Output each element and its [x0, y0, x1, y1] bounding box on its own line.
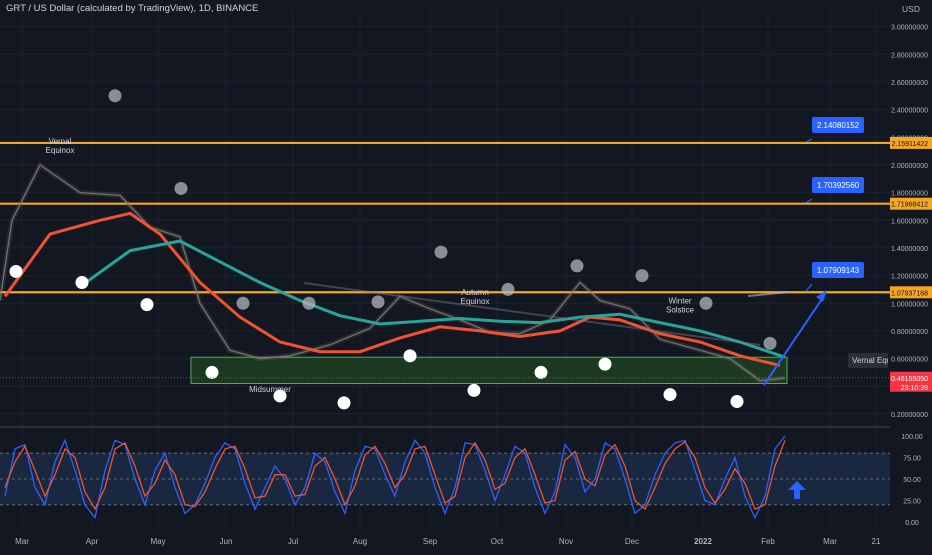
- support-zone: [190, 356, 788, 385]
- time-tick-label: 21: [872, 537, 881, 546]
- full-moon-marker: [598, 357, 612, 371]
- price-tick-label: 2.60000000: [891, 80, 928, 87]
- oscillator-tick-label: 75.00: [903, 456, 921, 463]
- time-tick-label: Jun: [220, 537, 233, 546]
- full-moon-marker: [75, 276, 89, 290]
- level-price-label: 2.15911422: [892, 141, 929, 148]
- price-tick-label: 1.80000000: [891, 191, 928, 198]
- time-axis-bg: [0, 531, 932, 550]
- price-tick-label: 0.80000000: [891, 329, 928, 336]
- callout-value: 2.14080152: [817, 121, 860, 130]
- stochastic-panel: [0, 435, 890, 520]
- callout-pointer: [805, 283, 813, 292]
- time-tick-label: Jul: [288, 537, 298, 546]
- new-moon-marker: [174, 181, 188, 195]
- full-moon-marker: [337, 396, 351, 410]
- new-moon-marker: [371, 295, 385, 309]
- annotation-label: Vernal: [49, 137, 72, 146]
- annotation-label: Autumn: [461, 288, 489, 297]
- time-tick-label: Mar: [15, 537, 29, 546]
- vernal-equinox-note: Vernal Equi: [848, 353, 888, 368]
- support-zone-box: [190, 356, 788, 385]
- annotation-label: Midsummer: [249, 385, 291, 394]
- annotation-label: Equinox: [46, 146, 75, 155]
- time-tick-label: May: [150, 537, 165, 546]
- price-tick-label: 3.00000000: [891, 25, 928, 32]
- time-axis: Mar Apr May Jun Jul Aug Sep Oct Nov Dec 2022 Feb Mar…: [0, 531, 932, 550]
- new-moon-marker: [108, 89, 122, 103]
- price-tick-label: 2.00000000: [891, 163, 928, 170]
- price-tick-label: 1.20000000: [891, 274, 928, 281]
- full-moon-marker: [205, 365, 219, 379]
- level-price-label: 1.07937168: [891, 290, 928, 297]
- full-moon-marker: [534, 365, 548, 379]
- time-tick-label: Mar: [823, 537, 837, 546]
- price-tick-label: 0.20000000: [891, 412, 928, 419]
- price-tick-label: 2.80000000: [891, 52, 928, 59]
- callout-pointer: [805, 138, 813, 143]
- annotation-label: Winter: [668, 296, 691, 305]
- annotations: VernalEquinoxMidsummerAutumnEquinox Winte…: [46, 137, 695, 394]
- level-price-label: 1.71968412: [891, 202, 928, 209]
- time-tick-label: Apr: [86, 537, 99, 546]
- price-tick-label: 1.40000000: [891, 246, 928, 253]
- callout-value: 1.07909143: [817, 266, 860, 275]
- annotation-label: Solstice: [666, 305, 695, 314]
- chart-title: GRT / US Dollar (calculated by TradingVi…: [6, 3, 259, 14]
- price-tick-label: 1.60000000: [891, 218, 928, 225]
- price-callouts: 2.14080152 1.70392560 1.07909143: [303, 117, 864, 386]
- time-tick-label: Sep: [423, 537, 438, 546]
- full-moon-marker: [467, 383, 481, 397]
- time-tick-label: 2022: [694, 537, 712, 546]
- full-moon-marker: [140, 298, 154, 312]
- current-price-label: 0.46155050: [891, 376, 928, 383]
- new-moon-marker: [570, 259, 584, 273]
- price-tick-label: 1.00000000: [891, 301, 928, 308]
- oscillator-tick-label: 100.00: [901, 434, 923, 441]
- price-line-layer: [0, 161, 786, 384]
- time-tick-label: Aug: [353, 537, 367, 546]
- full-moon-marker: [403, 349, 417, 363]
- new-moon-marker: [635, 269, 649, 283]
- new-moon-marker: [699, 296, 713, 310]
- currency-label: USD: [902, 4, 920, 14]
- oscillator-tick-label: 0.00: [905, 520, 919, 527]
- new-moon-marker: [236, 296, 250, 310]
- grid-lines: [0, 10, 932, 530]
- new-moon-marker: [763, 336, 777, 350]
- time-tick-label: Nov: [559, 537, 573, 546]
- full-moon-marker: [663, 388, 677, 402]
- new-moon-marker: [302, 296, 316, 310]
- oscillator-tick-label: 25.00: [903, 499, 921, 506]
- callout-pointer: [805, 198, 813, 204]
- new-moon-marker: [501, 282, 515, 296]
- full-moon-marker: [9, 264, 23, 278]
- price-shadow: [0, 161, 786, 384]
- full-moon-marker: [730, 394, 744, 408]
- countdown-label: 23:10:39: [901, 385, 928, 392]
- time-tick-label: Dec: [625, 537, 639, 546]
- time-tick-label: Oct: [491, 537, 504, 546]
- price-tick-label: 0.60000000: [891, 357, 928, 364]
- time-tick-label: Feb: [761, 537, 775, 546]
- new-moon-marker: [434, 245, 448, 259]
- chart-area: Vernal Equinox Midsummer Autumn Equinox Winte…: [0, 0, 932, 550]
- chart-canvas: VernalEquinoxMidsummerAutumnEquinox Winte…: [0, 0, 932, 550]
- oscillator-tick-label: 50.00: [903, 477, 921, 484]
- callout-value: 1.70392560: [817, 181, 860, 190]
- price-tick-label: 2.40000000: [891, 108, 928, 115]
